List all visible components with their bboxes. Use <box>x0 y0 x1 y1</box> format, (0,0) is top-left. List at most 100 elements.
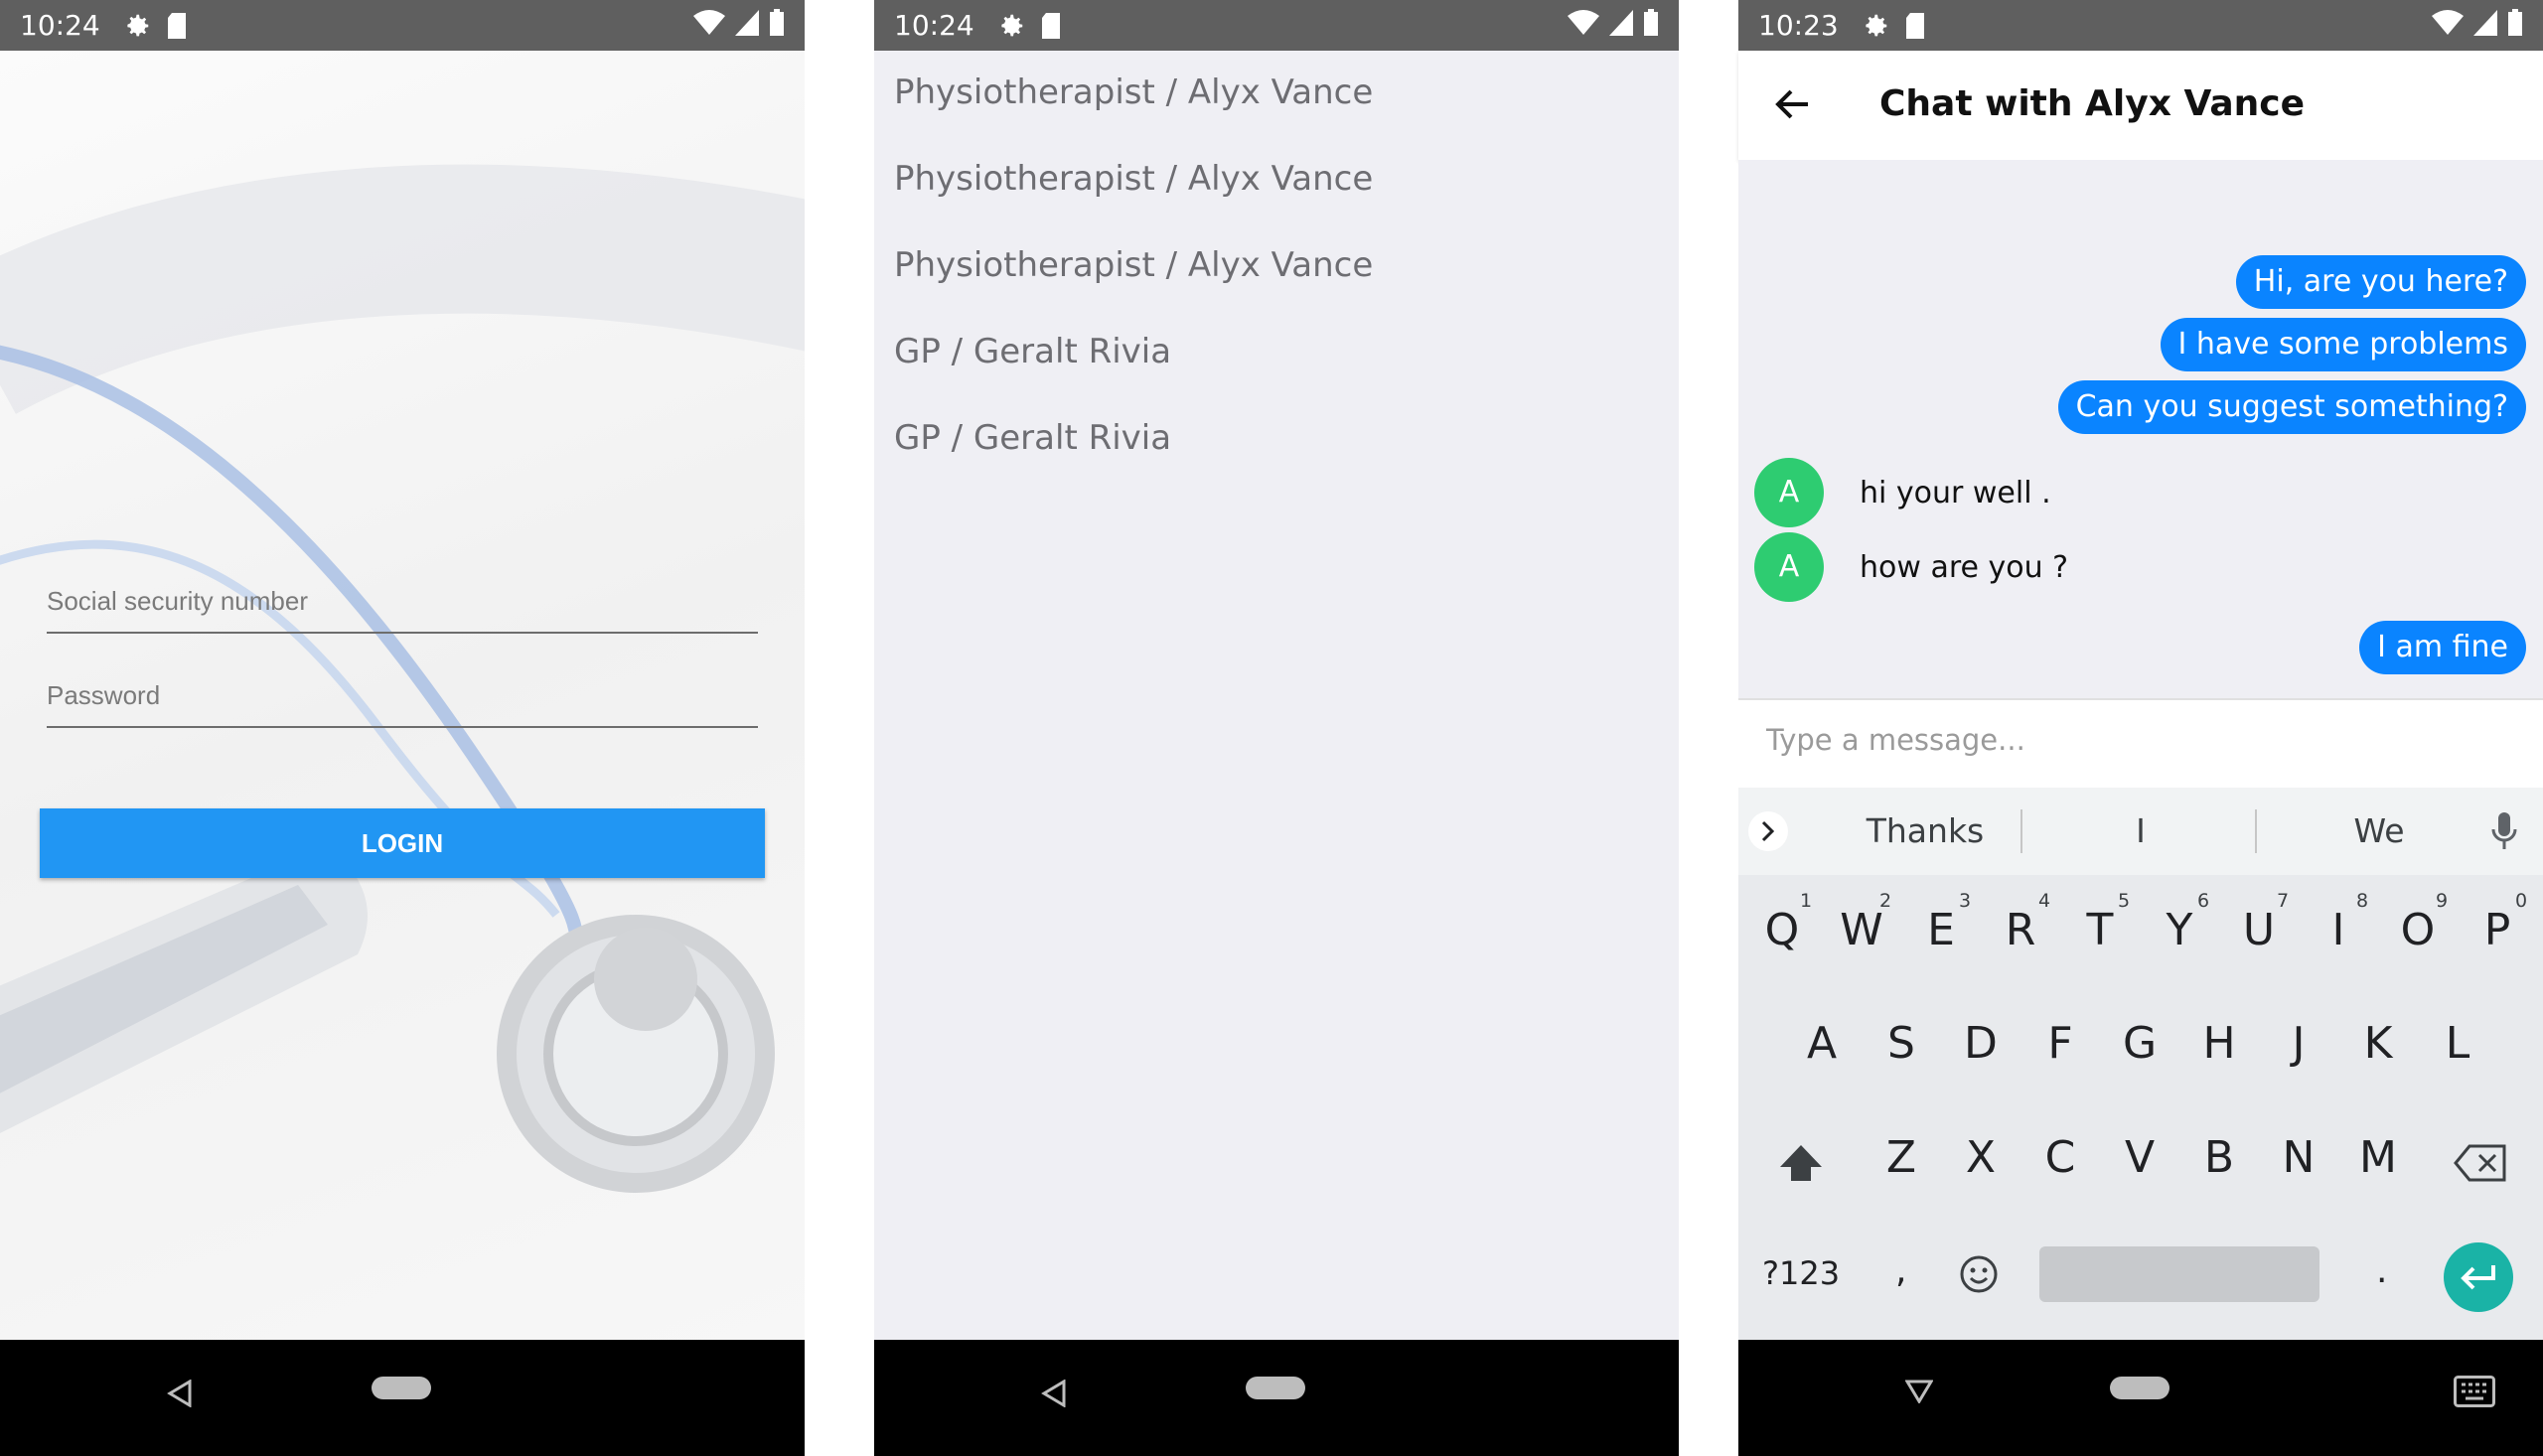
key[interactable]: Q <box>1752 905 1812 955</box>
wifi-icon <box>2432 10 2464 41</box>
message-input[interactable] <box>1764 722 2503 758</box>
chat-header: Chat with Alyx Vance <box>1738 51 2543 160</box>
list-phone: 10:24 Physiotherapist / Alyx Vance Physi… <box>874 0 1679 1456</box>
message-list: Hi, are you here? I have some problems C… <box>1738 160 2543 698</box>
appointment-list: Physiotherapist / Alyx Vance Physiothera… <box>874 51 1679 1340</box>
key[interactable]: L <box>2428 1018 2487 1069</box>
keyboard-icon[interactable] <box>2454 1376 2495 1412</box>
sd-card-icon <box>1040 12 1062 40</box>
key[interactable]: K <box>2348 1018 2408 1069</box>
comma-key[interactable]: , <box>1895 1250 1906 1291</box>
key-hint: 8 <box>2356 890 2369 912</box>
key[interactable]: N <box>2269 1132 2328 1183</box>
emoji-icon[interactable] <box>1959 1254 1999 1299</box>
key[interactable]: B <box>2189 1132 2249 1183</box>
enter-icon[interactable] <box>2444 1242 2513 1312</box>
status-bar: 10:24 <box>874 0 1679 51</box>
key[interactable]: X <box>1951 1132 2011 1183</box>
key[interactable]: D <box>1951 1018 2011 1069</box>
ssn-label: Social security number <box>47 586 308 616</box>
shift-icon[interactable] <box>1778 1143 1824 1188</box>
key[interactable]: F <box>2030 1018 2090 1069</box>
status-time: 10:24 <box>20 9 100 42</box>
symbols-key[interactable]: ?123 <box>1762 1254 1840 1292</box>
avatar: A <box>1754 532 1824 602</box>
sd-card-icon <box>1904 12 1926 40</box>
key-hint: 6 <box>2197 890 2210 912</box>
key[interactable]: Y <box>2150 905 2209 955</box>
mic-icon[interactable] <box>2491 811 2517 856</box>
signal-icon <box>2473 10 2497 41</box>
nav-home-pill[interactable] <box>372 1377 431 1399</box>
wifi-icon <box>693 10 725 41</box>
key[interactable]: R <box>1991 905 2050 955</box>
nav-bar <box>1738 1340 2543 1456</box>
key[interactable]: C <box>2030 1132 2090 1183</box>
gear-icon <box>122 11 152 41</box>
battery-icon <box>2507 9 2523 42</box>
signal-icon <box>1609 10 1633 41</box>
received-message: hi your well . <box>1860 476 2051 510</box>
key-hint: 0 <box>2515 890 2528 912</box>
key[interactable]: V <box>2110 1132 2169 1183</box>
back-arrow-icon[interactable] <box>1774 88 1810 125</box>
nav-back-icon[interactable] <box>167 1379 193 1412</box>
key[interactable]: Z <box>1871 1132 1931 1183</box>
list-item[interactable]: Physiotherapist / Alyx Vance <box>894 73 1373 112</box>
key[interactable]: I <box>2309 905 2368 955</box>
battery-icon <box>769 9 785 42</box>
password-field[interactable]: Password <box>47 680 758 728</box>
wifi-icon <box>1568 10 1599 41</box>
received-message: how are you ? <box>1860 550 2069 585</box>
suggestion-divider <box>2255 809 2257 853</box>
suggestion[interactable]: Thanks <box>1816 788 2034 875</box>
key[interactable]: G <box>2110 1018 2169 1069</box>
list-item[interactable]: GP / Geralt Rivia <box>894 418 1171 458</box>
status-time: 10:23 <box>1758 9 1839 42</box>
avatar: A <box>1754 458 1824 527</box>
spacebar[interactable] <box>2039 1246 2319 1302</box>
nav-bar <box>874 1340 1679 1456</box>
nav-back-icon[interactable] <box>1904 1380 1934 1408</box>
key[interactable]: E <box>1911 905 1971 955</box>
signal-icon <box>735 10 759 41</box>
key-hint: 2 <box>1879 890 1892 912</box>
suggestion[interactable]: We <box>2275 788 2483 875</box>
nav-home-pill[interactable] <box>2110 1377 2169 1399</box>
nav-home-pill[interactable] <box>1246 1377 1305 1399</box>
chat-phone: 10:23 Chat with Alyx Vance Hi, are you h… <box>1738 0 2543 1456</box>
login-background: Social security number Password LOGIN <box>0 51 805 1340</box>
key[interactable]: S <box>1871 1018 1931 1069</box>
key[interactable]: H <box>2189 1018 2249 1069</box>
chevron-right-icon[interactable] <box>1748 811 1788 851</box>
key[interactable]: W <box>1832 905 1891 955</box>
backspace-icon[interactable] <box>2454 1143 2507 1188</box>
status-bar: 10:24 <box>0 0 805 51</box>
suggestion[interactable]: I <box>2036 788 2245 875</box>
nav-back-icon[interactable] <box>1041 1379 1067 1412</box>
key[interactable]: J <box>2269 1018 2328 1069</box>
login-button[interactable]: LOGIN <box>40 808 765 878</box>
key[interactable]: M <box>2348 1132 2408 1183</box>
key[interactable]: P <box>2468 905 2527 955</box>
key[interactable]: T <box>2070 905 2130 955</box>
period-key[interactable]: . <box>2376 1250 2387 1291</box>
login-phone: 10:24 Social security number Password LO… <box>0 0 805 1456</box>
key-hint: 7 <box>2277 890 2290 912</box>
sent-message: Can you suggest something? <box>2057 380 2526 434</box>
key[interactable]: A <box>1792 1018 1852 1069</box>
key[interactable]: U <box>2229 905 2289 955</box>
chat-title: Chat with Alyx Vance <box>1879 83 2306 124</box>
list-item[interactable]: GP / Geralt Rivia <box>894 332 1171 371</box>
suggestion-bar: Thanks I We <box>1738 788 2543 875</box>
ssn-field[interactable]: Social security number <box>47 586 758 634</box>
status-bar: 10:23 <box>1738 0 2543 51</box>
nav-bar <box>0 1340 805 1456</box>
key-hint: 9 <box>2436 890 2449 912</box>
key-hint: 1 <box>1800 890 1813 912</box>
gear-icon <box>1861 11 1890 41</box>
key-hint: 4 <box>2038 890 2051 912</box>
list-item[interactable]: Physiotherapist / Alyx Vance <box>894 159 1373 199</box>
key[interactable]: O <box>2388 905 2448 955</box>
list-item[interactable]: Physiotherapist / Alyx Vance <box>894 245 1373 285</box>
